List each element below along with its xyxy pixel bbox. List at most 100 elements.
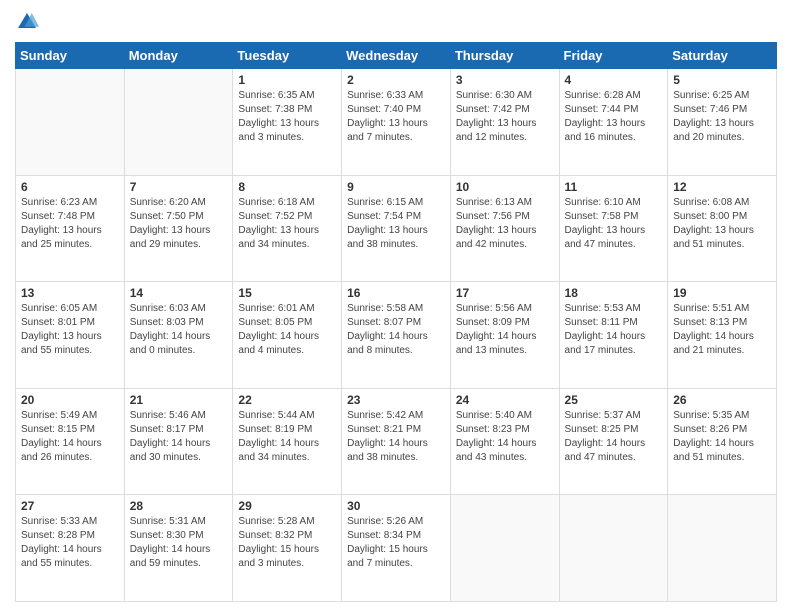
day-info: Sunrise: 6:30 AM Sunset: 7:42 PM Dayligh… — [456, 89, 554, 145]
calendar-cell: 14 Sunrise: 6:03 AM Sunset: 8:03 PM Dayli… — [124, 282, 233, 389]
calendar-cell — [450, 495, 559, 602]
day-info: Sunrise: 6:01 AM Sunset: 8:05 PM Dayligh… — [238, 302, 336, 358]
day-number: 30 — [347, 499, 445, 513]
calendar-cell: 18 Sunrise: 5:53 AM Sunset: 8:11 PM Dayli… — [559, 282, 668, 389]
day-number: 5 — [673, 73, 771, 87]
day-info: Sunrise: 6:10 AM Sunset: 7:58 PM Dayligh… — [565, 196, 663, 252]
day-number: 10 — [456, 180, 554, 194]
day-number: 3 — [456, 73, 554, 87]
weekday-header-friday: Friday — [559, 43, 668, 69]
calendar-cell: 10Sunrise: 6:13 AM Sunset: 7:56 PM Dayli… — [450, 175, 559, 282]
calendar-cell: 21 Sunrise: 5:46 AM Sunset: 8:17 PM Dayli… — [124, 388, 233, 495]
day-info: Sunrise: 5:40 AM Sunset: 8:23 PM Dayligh… — [456, 409, 554, 465]
day-number: 18 — [565, 286, 663, 300]
day-info: Sunrise: 5:35 AM Sunset: 8:26 PM Dayligh… — [673, 409, 771, 465]
calendar-cell: 23 Sunrise: 5:42 AM Sunset: 8:21 PM Dayli… — [342, 388, 451, 495]
calendar-cell: 17 Sunrise: 5:56 AM Sunset: 8:09 PM Dayli… — [450, 282, 559, 389]
calendar-cell: 29 Sunrise: 5:28 AM Sunset: 8:32 PM Dayli… — [233, 495, 342, 602]
calendar-cell: 5 Sunrise: 6:25 AM Sunset: 7:46 PM Daylig… — [668, 69, 777, 176]
calendar-header: SundayMondayTuesdayWednesdayThursdayFrid… — [16, 43, 777, 69]
day-number: 23 — [347, 393, 445, 407]
calendar-cell: 24 Sunrise: 5:40 AM Sunset: 8:23 PM Dayli… — [450, 388, 559, 495]
day-number: 29 — [238, 499, 336, 513]
day-info: Sunrise: 5:53 AM Sunset: 8:11 PM Dayligh… — [565, 302, 663, 358]
calendar-cell — [16, 69, 125, 176]
day-number: 8 — [238, 180, 336, 194]
calendar-cell: 8Sunrise: 6:18 AM Sunset: 7:52 PM Daylig… — [233, 175, 342, 282]
day-info: Sunrise: 6:33 AM Sunset: 7:40 PM Dayligh… — [347, 89, 445, 145]
calendar-cell — [668, 495, 777, 602]
day-number: 7 — [130, 180, 228, 194]
calendar-cell: 15 Sunrise: 6:01 AM Sunset: 8:05 PM Dayli… — [233, 282, 342, 389]
calendar-cell: 7 Sunrise: 6:20 AM Sunset: 7:50 PM Daylig… — [124, 175, 233, 282]
day-number: 24 — [456, 393, 554, 407]
weekday-header-tuesday: Tuesday — [233, 43, 342, 69]
calendar-cell: 30 Sunrise: 5:26 AM Sunset: 8:34 PM Dayli… — [342, 495, 451, 602]
calendar-cell: 13 Sunrise: 6:05 AM Sunset: 8:01 PM Dayli… — [16, 282, 125, 389]
day-info: Sunrise: 5:44 AM Sunset: 8:19 PM Dayligh… — [238, 409, 336, 465]
day-info: Sunrise: 5:49 AM Sunset: 8:15 PM Dayligh… — [21, 409, 119, 465]
day-info: Sunrise: 6:03 AM Sunset: 8:03 PM Dayligh… — [130, 302, 228, 358]
logo — [15, 10, 43, 34]
day-number: 13 — [21, 286, 119, 300]
day-number: 22 — [238, 393, 336, 407]
day-number: 16 — [347, 286, 445, 300]
day-number: 27 — [21, 499, 119, 513]
day-info: Sunrise: 6:05 AM Sunset: 8:01 PM Dayligh… — [21, 302, 119, 358]
day-number: 26 — [673, 393, 771, 407]
day-number: 28 — [130, 499, 228, 513]
calendar-week-4: 20 Sunrise: 5:49 AM Sunset: 8:15 PM Dayli… — [16, 388, 777, 495]
calendar-cell: 28 Sunrise: 5:31 AM Sunset: 8:30 PM Dayli… — [124, 495, 233, 602]
day-info: Sunrise: 5:46 AM Sunset: 8:17 PM Dayligh… — [130, 409, 228, 465]
calendar-cell — [559, 495, 668, 602]
day-info: Sunrise: 5:42 AM Sunset: 8:21 PM Dayligh… — [347, 409, 445, 465]
calendar-cell: 25 Sunrise: 5:37 AM Sunset: 8:25 PM Dayli… — [559, 388, 668, 495]
day-info: Sunrise: 5:37 AM Sunset: 8:25 PM Dayligh… — [565, 409, 663, 465]
weekday-header-monday: Monday — [124, 43, 233, 69]
day-info: Sunrise: 5:51 AM Sunset: 8:13 PM Dayligh… — [673, 302, 771, 358]
calendar-cell: 26 Sunrise: 5:35 AM Sunset: 8:26 PM Dayli… — [668, 388, 777, 495]
weekday-header-wednesday: Wednesday — [342, 43, 451, 69]
weekday-header-saturday: Saturday — [668, 43, 777, 69]
calendar-table: SundayMondayTuesdayWednesdayThursdayFrid… — [15, 42, 777, 602]
calendar-cell: 11 Sunrise: 6:10 AM Sunset: 7:58 PM Dayli… — [559, 175, 668, 282]
day-number: 9 — [347, 180, 445, 194]
day-info: Sunrise: 5:56 AM Sunset: 8:09 PM Dayligh… — [456, 302, 554, 358]
calendar-cell: 19 Sunrise: 5:51 AM Sunset: 8:13 PM Dayli… — [668, 282, 777, 389]
day-info: Sunrise: 5:58 AM Sunset: 8:07 PM Dayligh… — [347, 302, 445, 358]
weekday-header-thursday: Thursday — [450, 43, 559, 69]
header — [15, 10, 777, 34]
calendar-week-3: 13 Sunrise: 6:05 AM Sunset: 8:01 PM Dayli… — [16, 282, 777, 389]
calendar-body: 1 Sunrise: 6:35 AM Sunset: 7:38 PM Daylig… — [16, 69, 777, 602]
day-number: 11 — [565, 180, 663, 194]
day-number: 17 — [456, 286, 554, 300]
day-info: Sunrise: 6:20 AM Sunset: 7:50 PM Dayligh… — [130, 196, 228, 252]
day-number: 2 — [347, 73, 445, 87]
calendar-cell: 16 Sunrise: 5:58 AM Sunset: 8:07 PM Dayli… — [342, 282, 451, 389]
day-number: 15 — [238, 286, 336, 300]
calendar-cell: 12 Sunrise: 6:08 AM Sunset: 8:00 PM Dayli… — [668, 175, 777, 282]
day-info: Sunrise: 6:25 AM Sunset: 7:46 PM Dayligh… — [673, 89, 771, 145]
calendar-cell: 27Sunrise: 5:33 AM Sunset: 8:28 PM Dayli… — [16, 495, 125, 602]
day-info: Sunrise: 6:15 AM Sunset: 7:54 PM Dayligh… — [347, 196, 445, 252]
day-info: Sunrise: 6:08 AM Sunset: 8:00 PM Dayligh… — [673, 196, 771, 252]
calendar-week-2: 6Sunrise: 6:23 AM Sunset: 7:48 PM Daylig… — [16, 175, 777, 282]
logo-icon — [15, 10, 39, 34]
day-number: 21 — [130, 393, 228, 407]
day-info: Sunrise: 6:35 AM Sunset: 7:38 PM Dayligh… — [238, 89, 336, 145]
calendar-cell — [124, 69, 233, 176]
day-number: 25 — [565, 393, 663, 407]
day-info: Sunrise: 5:26 AM Sunset: 8:34 PM Dayligh… — [347, 515, 445, 571]
day-info: Sunrise: 5:28 AM Sunset: 8:32 PM Dayligh… — [238, 515, 336, 571]
calendar-cell: 9 Sunrise: 6:15 AM Sunset: 7:54 PM Daylig… — [342, 175, 451, 282]
day-number: 4 — [565, 73, 663, 87]
day-info: Sunrise: 5:31 AM Sunset: 8:30 PM Dayligh… — [130, 515, 228, 571]
calendar-week-1: 1 Sunrise: 6:35 AM Sunset: 7:38 PM Daylig… — [16, 69, 777, 176]
day-number: 19 — [673, 286, 771, 300]
day-number: 14 — [130, 286, 228, 300]
day-number: 1 — [238, 73, 336, 87]
day-info: Sunrise: 6:28 AM Sunset: 7:44 PM Dayligh… — [565, 89, 663, 145]
calendar-cell: 2 Sunrise: 6:33 AM Sunset: 7:40 PM Daylig… — [342, 69, 451, 176]
day-number: 12 — [673, 180, 771, 194]
day-number: 20 — [21, 393, 119, 407]
